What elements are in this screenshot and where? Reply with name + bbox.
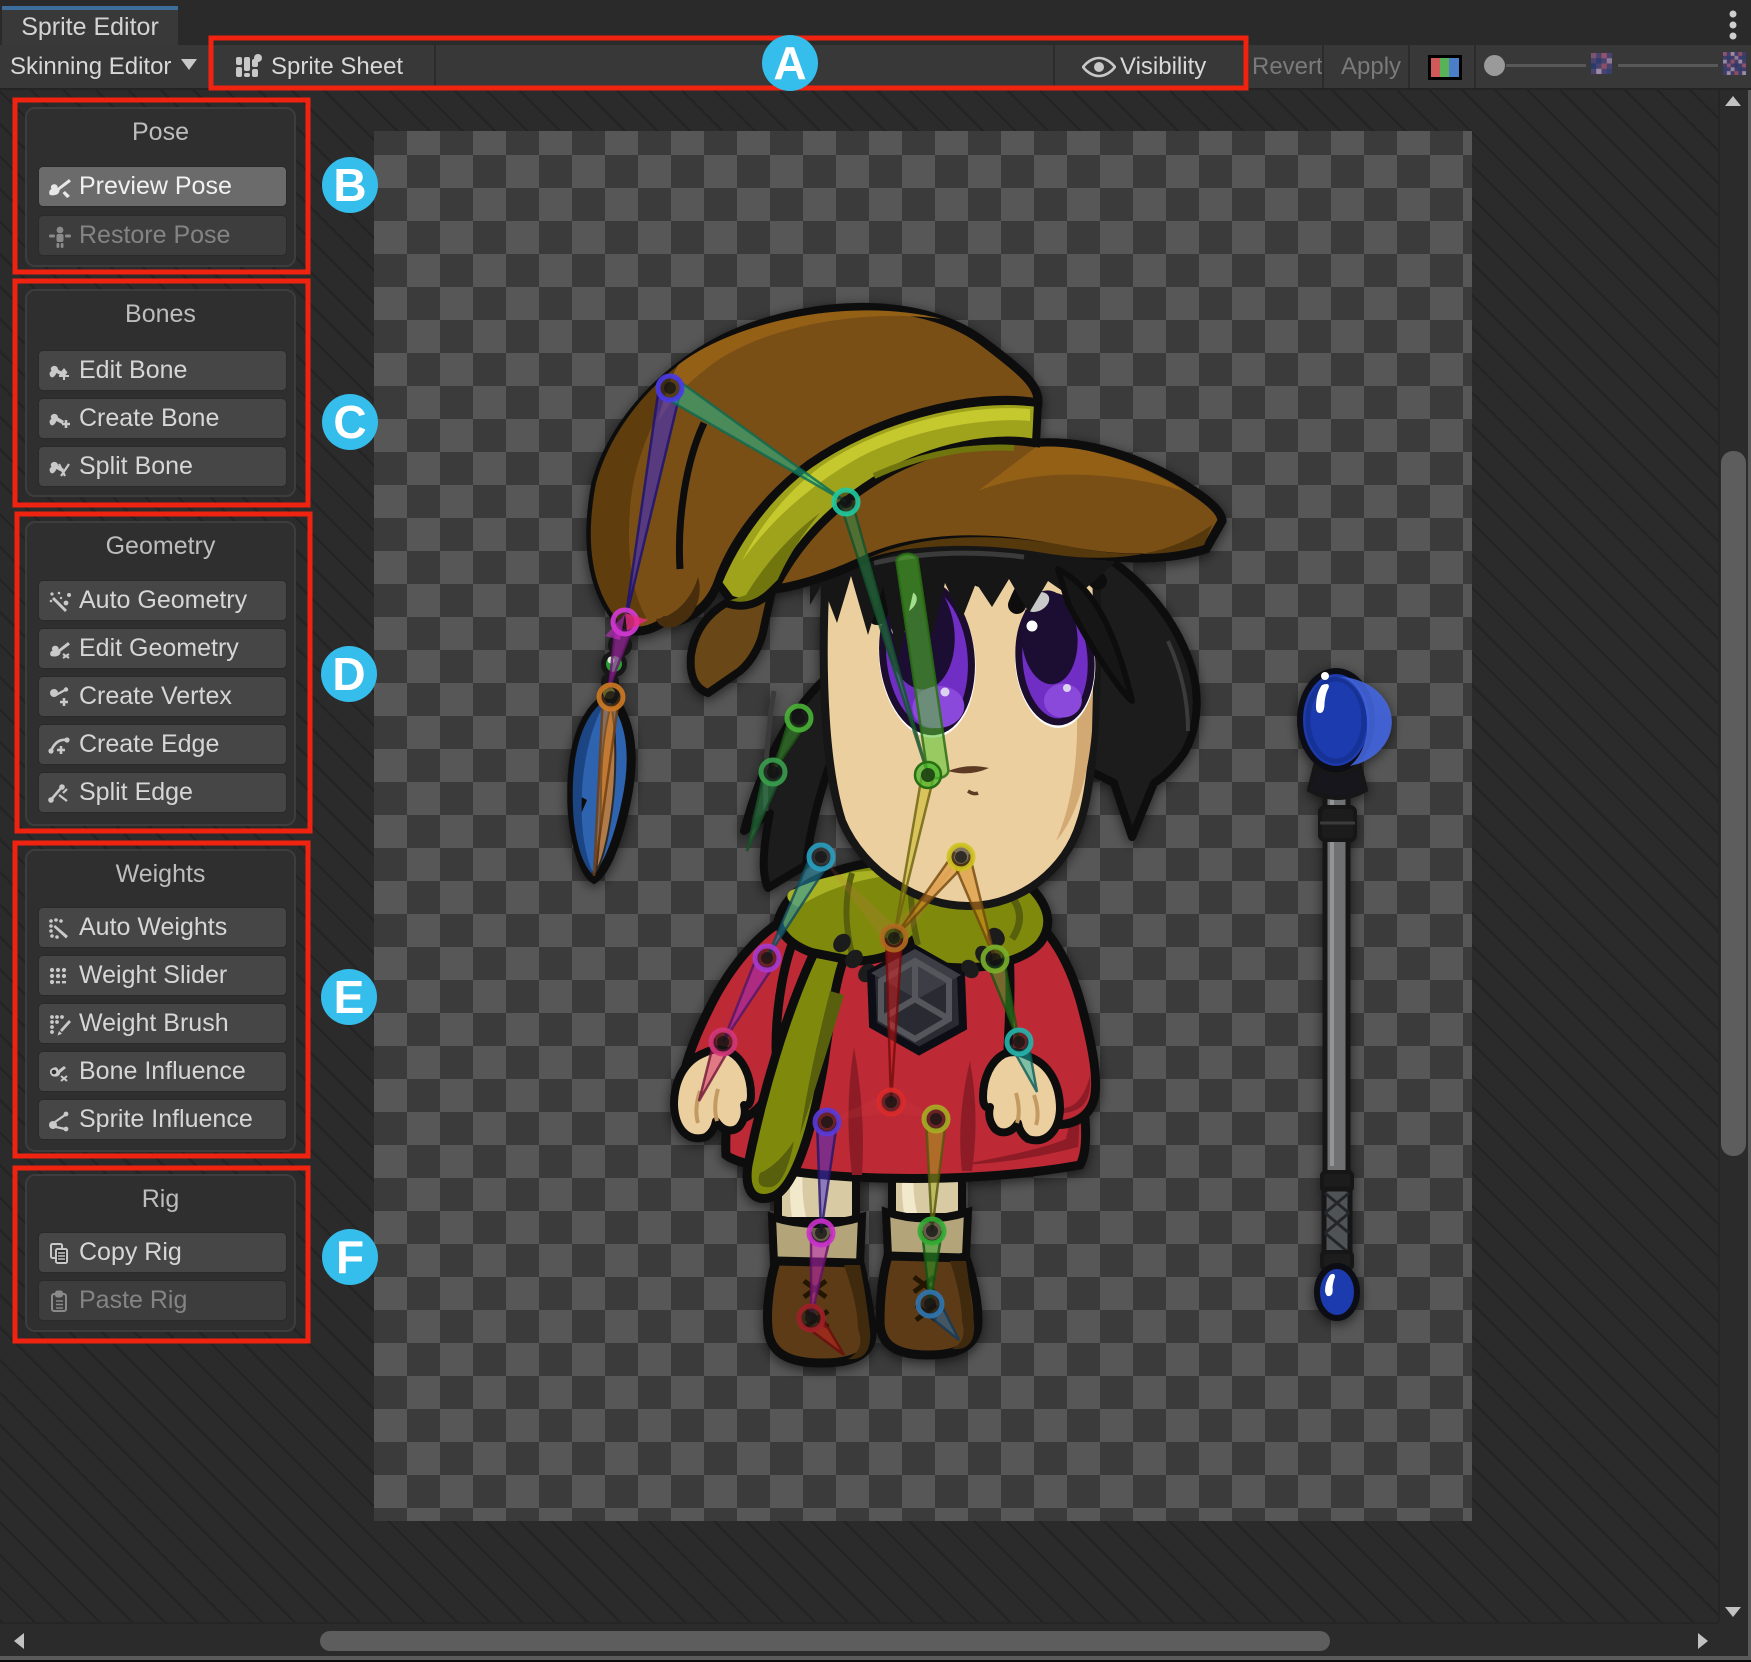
svg-text:E: E	[334, 971, 365, 1023]
svg-text:F: F	[336, 1231, 364, 1283]
svg-text:D: D	[332, 648, 365, 700]
svg-text:B: B	[333, 159, 366, 211]
svg-text:A: A	[773, 37, 806, 89]
svg-text:C: C	[333, 396, 366, 448]
